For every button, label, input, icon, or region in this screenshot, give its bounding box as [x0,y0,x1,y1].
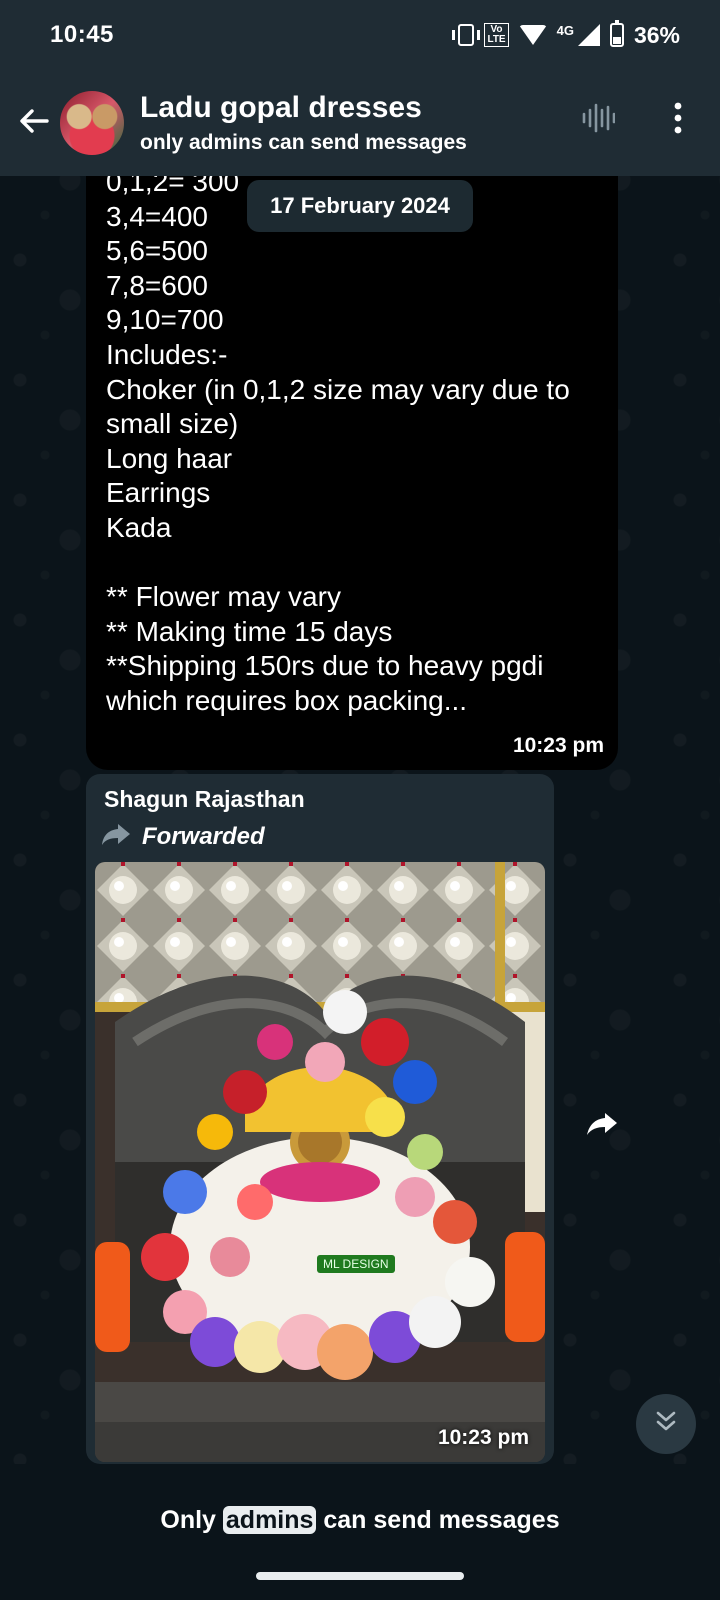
forward-arrow-icon [100,822,132,851]
message-line: Long haar [106,442,233,474]
chat-title-block[interactable]: Ladu gopal dresses only admins can send … [140,91,467,155]
message-line: Earrings [106,477,211,509]
message-line: 7,8=600 [106,269,208,301]
message-time: 10:23 pm [437,1426,529,1449]
forwarded-label: Forwarded [142,822,265,850]
message-body: 0,1,2= 300 3,4=400 5,6=500 7,8=600 9,10=700 I… [106,165,598,719]
battery-icon [609,20,624,47]
message-photo[interactable]: ML DESIGN 10:23 pm [95,862,545,1462]
battery-percent: 36% [633,21,680,48]
message-line: Kada [106,511,172,543]
notice-text-end: can send messages [316,1506,560,1534]
message-bubble-text[interactable]: 0,1,2= 300 3,4=400 5,6=500 7,8=600 9,10=700 I… [86,150,618,770]
photo-artwork [95,862,545,1462]
message-line: **Shipping 150rs due to heavy pgdi [106,650,544,682]
message-line: 5,6=500 [106,235,208,267]
message-bubble-media[interactable]: Shagun Rajasthan Forwarded ML DESIGN 10:… [86,774,554,1464]
share-button[interactable] [582,1106,622,1146]
voice-chat-button[interactable] [578,100,618,140]
notice-text-start: Only [160,1506,223,1534]
message-line: Choker (in 0,1,2 size may vary due to [106,373,570,405]
signal-icon [577,24,600,46]
sender-name[interactable]: Shagun Rajasthan [104,786,305,813]
group-avatar[interactable] [58,89,126,157]
back-button[interactable] [4,93,64,153]
voice-waveform-icon [581,102,616,139]
message-line: ** Flower may vary [106,581,341,613]
wifi-icon [518,25,547,45]
photo-watermark: ML DESIGN [317,1255,395,1273]
scroll-to-bottom-button[interactable] [636,1394,696,1454]
gesture-nav-bar[interactable] [256,1572,464,1580]
message-line [106,546,598,581]
status-bar: 10:45 Vo LTE 4G 36% [0,0,720,70]
vibrate-icon [452,24,481,46]
admins-link[interactable]: admins [222,1506,317,1534]
back-arrow-icon [17,107,51,140]
more-options-button[interactable] [662,100,694,140]
message-line: Includes:- [106,338,228,370]
status-icons: Vo LTE 4G 36% [452,20,680,49]
more-vert-icon [673,102,683,139]
chat-header: Ladu gopal dresses only admins can send … [0,70,720,176]
double-chevron-down-icon [653,1409,679,1440]
volte-icon: Vo LTE [484,23,509,47]
message-line: which requires box packing... [106,684,468,716]
share-icon [585,1111,619,1142]
status-time: 10:45 [50,21,114,48]
date-chip: 17 February 2024 [247,180,473,232]
message-line: small size) [106,408,239,440]
chat-subtitle: only admins can send messages [140,131,467,154]
chat-title: Ladu gopal dresses [140,91,422,124]
footer-bar: Only admins can send messages [0,1464,720,1600]
forwarded-indicator: Forwarded [100,822,265,851]
admin-only-notice: Only admins can send messages [0,1506,720,1535]
message-line: 9,10=700 [106,304,224,336]
message-line: ** Making time 15 days [106,615,393,647]
network-type: 4G [556,22,574,38]
message-time: 10:23 pm [512,734,604,757]
